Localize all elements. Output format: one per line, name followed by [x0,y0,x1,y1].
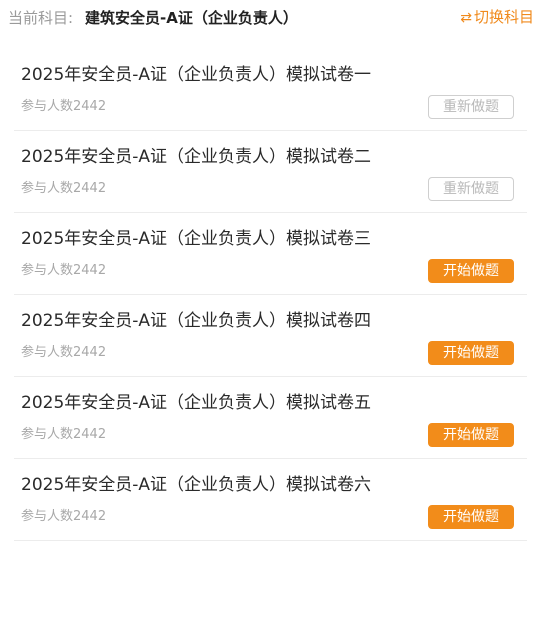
redo-exam-button[interactable]: 重新做题 [428,177,514,201]
exam-list-item[interactable]: 2025年安全员-A证（企业负责人）模拟试卷五 参与人数2442 开始做题 [14,377,527,459]
participant-count: 参与人数2442 [21,345,107,360]
participant-count: 参与人数2442 [21,99,107,114]
participant-count: 参与人数2442 [21,509,107,524]
redo-exam-button[interactable]: 重新做题 [428,95,514,119]
current-subject-label: 当前科目: [8,9,74,27]
start-exam-button[interactable]: 开始做题 [428,341,514,365]
participant-count: 参与人数2442 [21,263,107,278]
current-subject-name: 建筑安全员-A证（企业负责人） [85,9,298,27]
exam-title: 2025年安全员-A证（企业负责人）模拟试卷二 [21,147,372,167]
swap-icon: ⇄ [460,10,472,26]
participant-count: 参与人数2442 [21,181,107,196]
exam-list-item[interactable]: 2025年安全员-A证（企业负责人）模拟试卷一 参与人数2442 重新做题 [14,49,527,131]
exam-list-item[interactable]: 2025年安全员-A证（企业负责人）模拟试卷四 参与人数2442 开始做题 [14,295,527,377]
start-exam-button[interactable]: 开始做题 [428,259,514,283]
participant-count: 参与人数2442 [21,427,107,442]
exam-list-item[interactable]: 2025年安全员-A证（企业负责人）模拟试卷六 参与人数2442 开始做题 [14,459,527,541]
switch-subject-label: 切换科目 [473,8,534,26]
exam-list-item[interactable]: 2025年安全员-A证（企业负责人）模拟试卷三 参与人数2442 开始做题 [14,213,527,295]
exam-title: 2025年安全员-A证（企业负责人）模拟试卷三 [21,229,372,249]
exam-title: 2025年安全员-A证（企业负责人）模拟试卷五 [21,393,372,413]
exam-list: 2025年安全员-A证（企业负责人）模拟试卷一 参与人数2442 重新做题 20… [14,49,527,541]
start-exam-button[interactable]: 开始做题 [428,423,514,447]
exam-title: 2025年安全员-A证（企业负责人）模拟试卷六 [21,475,372,495]
exam-title: 2025年安全员-A证（企业负责人）模拟试卷一 [21,65,372,85]
exam-title: 2025年安全员-A证（企业负责人）模拟试卷四 [21,311,372,331]
switch-subject-button[interactable]: ⇄ 切换科目 [460,7,534,28]
subject-header: 当前科目: 建筑安全员-A证（企业负责人） ⇄ 切换科目 [0,0,548,36]
start-exam-button[interactable]: 开始做题 [428,505,514,529]
exam-list-item[interactable]: 2025年安全员-A证（企业负责人）模拟试卷二 参与人数2442 重新做题 [14,131,527,213]
